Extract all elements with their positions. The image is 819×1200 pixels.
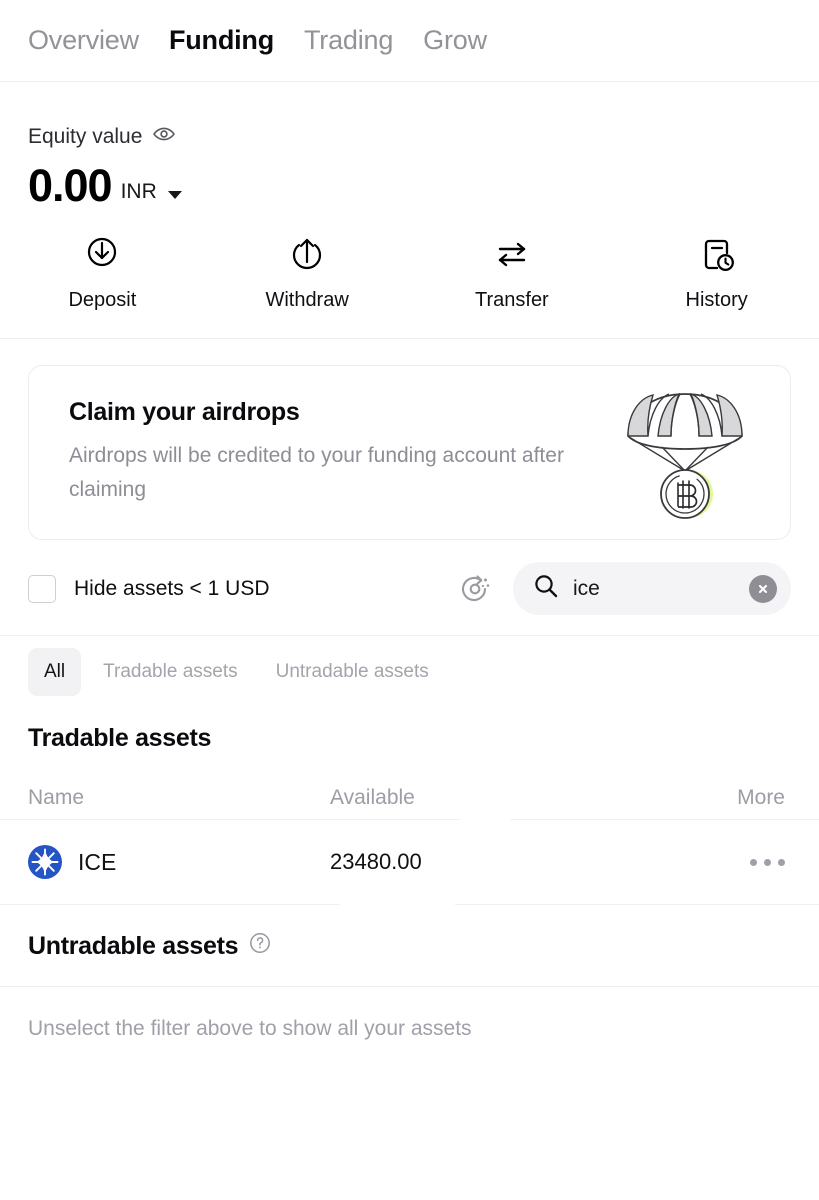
tradable-assets-heading: Tradable assets	[0, 706, 819, 753]
airdrop-card[interactable]: Claim your airdrops Airdrops will be cre…	[28, 365, 791, 540]
search-value[interactable]: ice	[573, 577, 735, 601]
airdrop-subtitle: Airdrops will be credited to your fundin…	[69, 443, 564, 501]
untradable-assets-title: Untradable assets	[28, 932, 239, 960]
asset-name-cell: ICE	[0, 845, 330, 879]
segment-all[interactable]: All	[28, 648, 82, 696]
question-circle-icon[interactable]	[248, 931, 272, 962]
column-header-name: Name	[28, 786, 85, 809]
chevron-down-icon[interactable]	[167, 191, 182, 199]
asset-filter-bar: Hide assets < 1 USD ice	[0, 540, 819, 636]
equity-label: Equity value	[28, 124, 143, 148]
history-label: History	[685, 289, 748, 311]
funding-page: Overview Funding Trading Grow Equity val…	[0, 0, 819, 1200]
transfer-button[interactable]: Transfer	[410, 234, 615, 312]
tradable-assets-title: Tradable assets	[28, 724, 212, 752]
parachute-bitcoin-illustration	[610, 378, 760, 528]
table-header-divider	[0, 819, 819, 820]
asset-available-value: 23480.00	[330, 849, 422, 874]
untradable-assets-heading: Untradable assets	[0, 905, 819, 962]
checkbox-unchecked-icon[interactable]	[28, 574, 56, 603]
tab-grow[interactable]: Grow	[423, 25, 487, 56]
equity-section: Equity value 0.00 INR	[0, 82, 819, 208]
withdraw-label: Withdraw	[265, 289, 349, 311]
eye-icon[interactable]	[152, 122, 176, 151]
quick-actions: Deposit Withdraw Transfer History	[0, 208, 819, 339]
asset-more-cell	[650, 853, 819, 871]
hide-small-assets-label: Hide assets < 1 USD	[74, 576, 270, 600]
hide-small-assets-toggle[interactable]: Hide assets < 1 USD	[28, 574, 270, 603]
account-tab-bar: Overview Funding Trading Grow	[0, 0, 819, 82]
tab-funding[interactable]: Funding	[169, 25, 274, 56]
tab-trading[interactable]: Trading	[304, 25, 393, 56]
airdrop-title: Claim your airdrops	[69, 397, 300, 426]
transfer-label: Transfer	[475, 289, 549, 311]
table-row-divider	[0, 904, 819, 905]
table-row[interactable]: ICE 23480.00	[0, 820, 819, 904]
withdraw-button[interactable]: Withdraw	[205, 234, 410, 312]
close-circle-icon[interactable]	[749, 574, 777, 603]
equity-value-row: 0.00 INR	[28, 163, 791, 208]
tradable-assets-table: Name Available More ICE 23480.00	[0, 777, 819, 905]
equity-currency[interactable]: INR	[121, 180, 157, 204]
arrow-down-circle-icon	[81, 234, 123, 276]
search-icon	[533, 573, 559, 604]
asset-symbol: ICE	[78, 848, 117, 875]
document-clock-icon	[696, 234, 738, 276]
airdrop-card-wrapper: Claim your airdrops Airdrops will be cre…	[0, 339, 819, 540]
airdrop-text: Claim your airdrops Airdrops will be cre…	[69, 398, 610, 507]
equity-label-row: Equity value	[28, 122, 791, 151]
untradable-empty-message: Unselect the filter above to show all yo…	[28, 1017, 472, 1040]
deposit-label: Deposit	[68, 289, 137, 311]
search-input[interactable]: ice	[513, 562, 791, 615]
segment-tradable-assets[interactable]: Tradable assets	[87, 648, 253, 696]
arrow-up-circle-icon	[286, 234, 328, 276]
table-header-row: Name Available More	[0, 777, 819, 819]
asset-segment-tabs: All Tradable assets Untradable assets	[0, 636, 819, 706]
tab-overview[interactable]: Overview	[28, 25, 139, 56]
deposit-button[interactable]: Deposit	[0, 234, 205, 312]
ice-coin-icon	[28, 845, 62, 879]
sparkle-circle-icon[interactable]	[457, 571, 493, 607]
transfer-arrows-icon	[491, 234, 533, 276]
equity-value: 0.00	[28, 160, 113, 211]
history-button[interactable]: History	[614, 234, 819, 312]
segment-untradable-assets[interactable]: Untradable assets	[260, 648, 445, 696]
more-dots-icon[interactable]	[750, 859, 785, 866]
column-header-more: More	[737, 786, 785, 809]
column-header-available: Available	[330, 786, 415, 809]
